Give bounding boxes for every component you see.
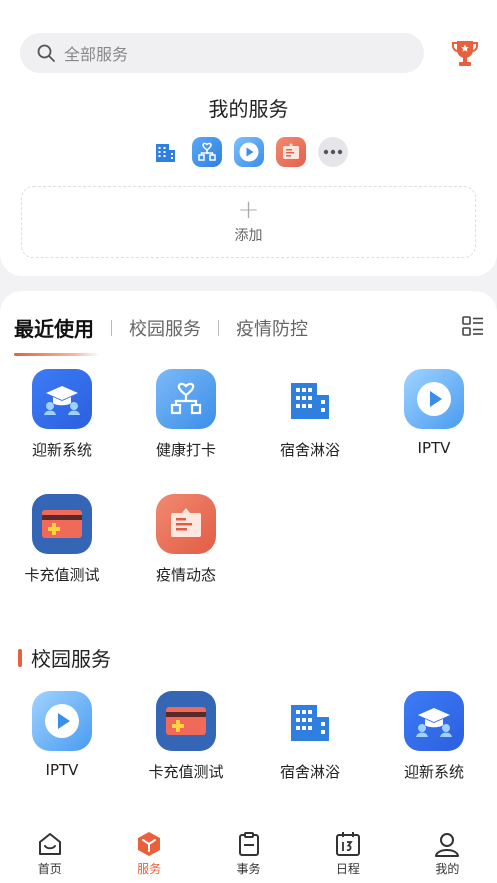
app-dorm-shower[interactable]: 宿舍淋浴	[248, 691, 372, 782]
nav-label: 事务	[236, 862, 261, 876]
app-dorm-shower[interactable]: 宿舍淋浴	[248, 369, 372, 460]
app-iptv[interactable]: IPTV	[0, 691, 124, 782]
app-label: 健康打卡	[155, 441, 216, 459]
app-welcome-system[interactable]: 迎新系统	[0, 369, 124, 460]
app-label: 疫情动态	[155, 566, 216, 584]
app-label: 迎新系统	[31, 441, 92, 459]
app-card-recharge-test[interactable]: 卡充值测试	[124, 691, 248, 782]
user-icon	[435, 833, 460, 857]
nav-home[interactable]: 首页	[0, 820, 99, 883]
graduation-cap-icon	[32, 369, 92, 429]
plus-icon: +	[237, 195, 260, 225]
pinned-iptv[interactable]	[234, 137, 264, 167]
search-placeholder: 全部服务	[64, 45, 129, 64]
play-icon	[32, 691, 92, 751]
nav-label: 日程	[335, 862, 360, 876]
tab-campus-services[interactable]: 校园服务	[129, 315, 201, 341]
more-button[interactable]	[318, 137, 348, 167]
home-icon	[38, 833, 61, 855]
pinned-epidemic-news[interactable]	[276, 137, 306, 167]
add-service-button[interactable]: + 添加	[21, 186, 476, 258]
building-icon	[280, 691, 340, 751]
tab-recent[interactable]: 最近使用	[14, 313, 100, 356]
notice-card-icon	[156, 494, 216, 554]
nav-affairs[interactable]: 事务	[199, 820, 298, 883]
trophy-icon[interactable]	[451, 38, 479, 68]
add-label: 添加	[234, 228, 263, 244]
bottom-nav: 首页 服务 事务 日程 我的	[0, 820, 497, 883]
grid-view-icon[interactable]	[462, 316, 484, 336]
nav-profile[interactable]: 我的	[398, 820, 497, 883]
app-label: IPTV	[417, 439, 451, 457]
pinned-health-checkin[interactable]	[192, 137, 222, 167]
nav-schedule[interactable]: 日程	[298, 820, 397, 883]
tab-divider	[218, 319, 219, 336]
building-icon	[280, 369, 340, 429]
app-welcome-system[interactable]: 迎新系统	[372, 691, 496, 782]
pinned-services-row	[150, 137, 348, 167]
card-recharge-icon	[32, 494, 92, 554]
app-label: IPTV	[45, 761, 79, 779]
search-icon	[37, 44, 55, 62]
building-icon	[156, 144, 175, 162]
play-icon	[404, 369, 464, 429]
more-icon	[323, 149, 343, 155]
my-services-card: 全部服务 我的服务 + 添加	[0, 0, 497, 276]
play-icon	[239, 142, 259, 162]
tab-divider	[111, 319, 112, 336]
app-card-recharge-test[interactable]: 卡充值测试	[0, 494, 124, 585]
nav-label: 首页	[37, 862, 62, 876]
app-label: 卡充值测试	[24, 566, 100, 584]
search-bar[interactable]: 全部服务	[20, 33, 424, 73]
campus-services-section-title: 校园服务	[18, 643, 111, 672]
health-checkin-icon	[156, 369, 216, 429]
calendar-icon	[335, 832, 360, 856]
campus-apps-grid: IPTV 卡充值测试 宿舍淋浴 迎新系统	[0, 691, 497, 816]
section-title-text: 校园服务	[31, 647, 111, 671]
nav-label: 服务	[137, 862, 162, 876]
nav-services[interactable]: 服务	[99, 820, 198, 883]
notice-card-icon	[283, 143, 299, 159]
health-checkin-icon	[198, 142, 216, 161]
service-list-card: 最近使用 校园服务 疫情防控 迎新系统 健康打卡 宿舍淋浴 IPTV 卡充值测试…	[0, 291, 497, 883]
app-health-checkin[interactable]: 健康打卡	[124, 369, 248, 460]
service-cube-icon	[138, 832, 161, 856]
tab-epidemic-control[interactable]: 疫情防控	[236, 315, 308, 341]
app-label: 宿舍淋浴	[279, 441, 340, 459]
my-services-title: 我的服务	[208, 97, 289, 121]
app-iptv[interactable]: IPTV	[372, 369, 496, 460]
app-epidemic-news[interactable]: 疫情动态	[124, 494, 248, 585]
app-label: 迎新系统	[403, 763, 464, 781]
card-recharge-icon	[156, 691, 216, 751]
pinned-dorm-shower[interactable]	[150, 137, 180, 167]
recent-apps-grid: 迎新系统 健康打卡 宿舍淋浴 IPTV 卡充值测试 疫情动态	[0, 369, 497, 619]
app-label: 卡充值测试	[148, 763, 224, 781]
category-tabs: 最近使用 校园服务 疫情防控	[14, 313, 308, 356]
graduation-cap-icon	[404, 691, 464, 751]
app-label: 宿舍淋浴	[279, 763, 340, 781]
section-accent-bar	[18, 648, 22, 667]
clipboard-icon	[238, 832, 259, 856]
nav-label: 我的	[435, 862, 460, 876]
